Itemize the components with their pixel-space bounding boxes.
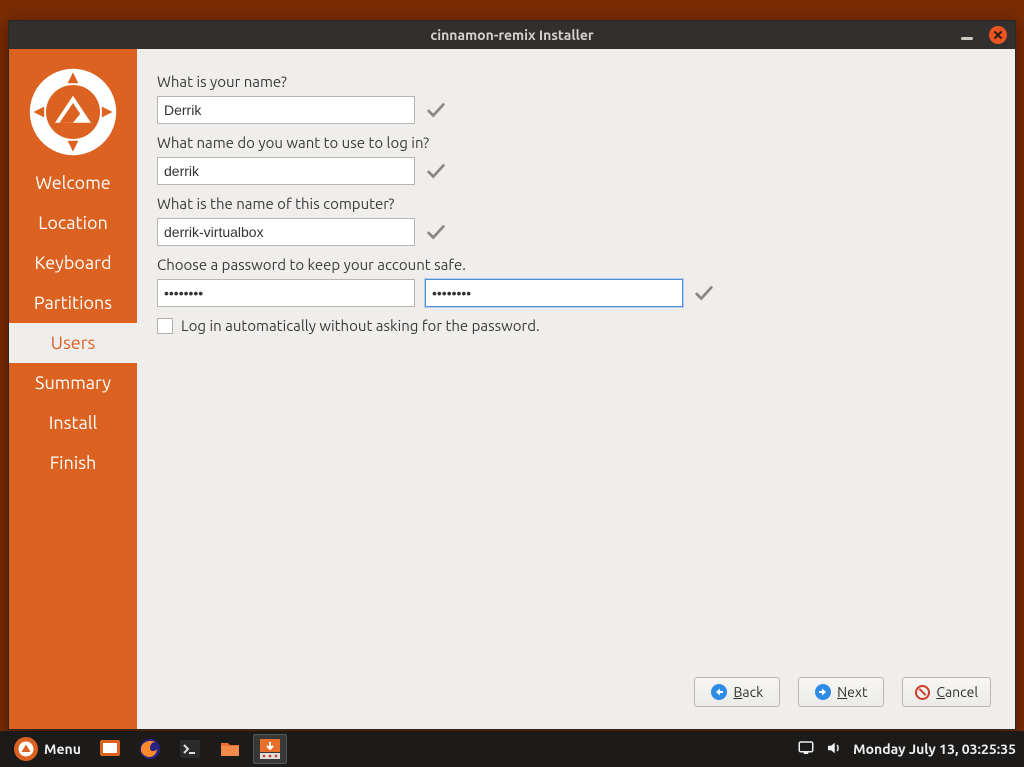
minimize-icon[interactable] xyxy=(959,27,975,43)
autologin-checkbox[interactable] xyxy=(157,318,173,334)
distro-logo-icon xyxy=(14,737,38,761)
username-label: What name do you want to use to log in? xyxy=(157,134,995,151)
sidebar-item-label: Users xyxy=(51,333,96,353)
cancel-icon xyxy=(915,685,930,700)
taskbar-installer-icon[interactable] xyxy=(253,734,287,764)
sidebar-item-location[interactable]: Location xyxy=(9,203,137,243)
volume-icon[interactable] xyxy=(825,739,843,760)
arrow-left-icon xyxy=(711,684,727,700)
sidebar: Welcome Location Keyboard Partitions Use… xyxy=(9,49,137,729)
sidebar-item-label: Keyboard xyxy=(35,253,112,273)
sidebar-item-label: Welcome xyxy=(35,173,110,193)
sidebar-item-label: Finish xyxy=(50,453,97,473)
taskbar-firefox-icon[interactable] xyxy=(133,734,167,764)
sidebar-item-label: Summary xyxy=(35,373,111,393)
close-icon[interactable] xyxy=(989,26,1007,44)
next-button[interactable]: Next xyxy=(798,677,884,707)
check-icon xyxy=(693,282,715,304)
sidebar-item-partitions[interactable]: Partitions xyxy=(9,283,137,323)
password-label: Choose a password to keep your account s… xyxy=(157,256,995,273)
check-icon xyxy=(425,160,447,182)
username-input[interactable] xyxy=(157,157,415,185)
sidebar-item-summary[interactable]: Summary xyxy=(9,363,137,403)
hostname-label: What is the name of this computer? xyxy=(157,195,995,212)
network-icon[interactable] xyxy=(797,739,815,760)
password-confirm-input[interactable] xyxy=(425,279,683,307)
taskbar-terminal-icon[interactable] xyxy=(173,734,207,764)
window-title: cinnamon-remix Installer xyxy=(430,27,593,43)
taskbar-show-desktop-icon[interactable] xyxy=(93,734,127,764)
sidebar-item-finish[interactable]: Finish xyxy=(9,443,137,483)
back-button[interactable]: Back xyxy=(694,677,780,707)
main-panel: What is your name? What name do you want… xyxy=(137,49,1015,729)
password-input[interactable] xyxy=(157,279,415,307)
check-icon xyxy=(425,99,447,121)
autologin-label: Log in automatically without asking for … xyxy=(181,317,540,334)
clock-label[interactable]: Monday July 13, 03:25:35 xyxy=(853,741,1016,757)
sidebar-item-label: Install xyxy=(49,413,97,433)
taskbar-files-icon[interactable] xyxy=(213,734,247,764)
sidebar-item-label: Location xyxy=(38,213,108,233)
taskbar: Menu Monday July 13, 03:25:35 xyxy=(0,731,1024,767)
cinnamon-logo-icon xyxy=(28,67,118,157)
fullname-label: What is your name? xyxy=(157,73,995,90)
wizard-footer: Back Next Cancel xyxy=(157,667,995,719)
cancel-button[interactable]: Cancel xyxy=(902,677,991,707)
sidebar-item-install[interactable]: Install xyxy=(9,403,137,443)
sidebar-item-label: Partitions xyxy=(34,293,112,313)
sidebar-item-welcome[interactable]: Welcome xyxy=(9,163,137,203)
installer-window: cinnamon-remix Installer xyxy=(8,20,1016,730)
menu-label: Menu xyxy=(44,741,81,757)
sidebar-item-users[interactable]: Users xyxy=(9,323,137,363)
sidebar-item-keyboard[interactable]: Keyboard xyxy=(9,243,137,283)
window-titlebar[interactable]: cinnamon-remix Installer xyxy=(9,21,1015,49)
hostname-input[interactable] xyxy=(157,218,415,246)
fullname-input[interactable] xyxy=(157,96,415,124)
check-icon xyxy=(425,221,447,243)
start-menu-button[interactable]: Menu xyxy=(8,735,87,763)
arrow-right-icon xyxy=(815,684,831,700)
